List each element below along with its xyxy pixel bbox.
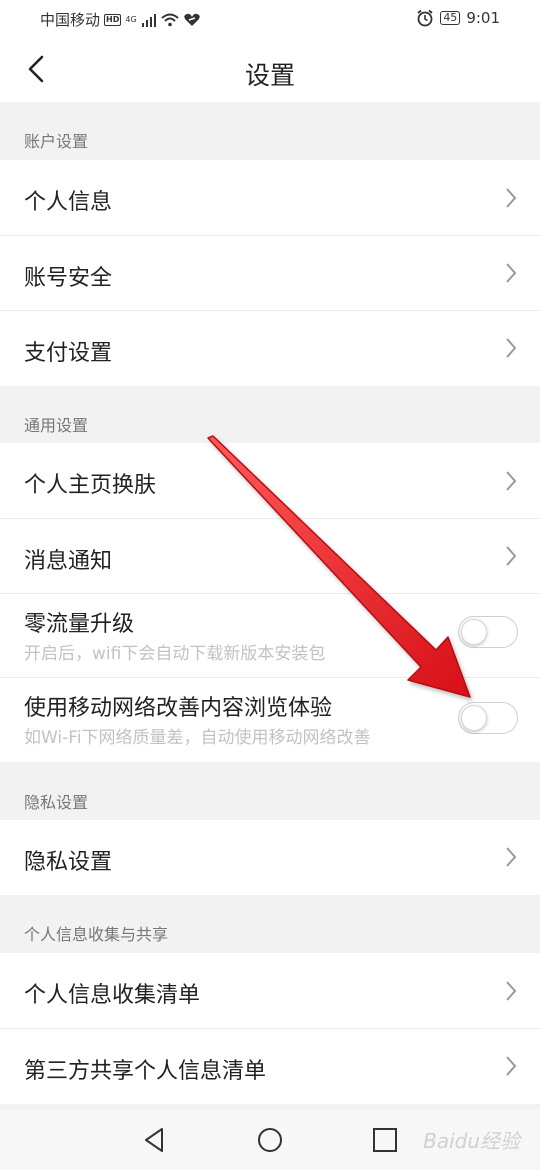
chevron-right-icon [506,338,517,358]
row-label: 个人主页换肤 [24,473,157,498]
page-title: 设置 [244,61,295,90]
row-description: 如Wi-Fi下网络质量差，自动使用移动网络改善 [24,728,371,748]
chevron-right-icon [506,981,517,1001]
row-third-party-list[interactable]: 第三方共享个人信息清单 [0,1029,540,1104]
row-homepage-skin[interactable]: 个人主页换肤 [0,443,540,519]
system-nav-bar: Baidu经验 [0,1110,540,1170]
wifi-icon [160,13,179,26]
carrier-name: 中国移动 [40,11,101,29]
row-description: 开启后，wifi下会自动下载新版本安装包 [24,644,326,664]
toggle-knob [461,705,487,731]
heart-link-icon [183,13,200,26]
battery-indicator: 45 [440,11,461,25]
row-label: 第三方共享个人信息清单 [24,1059,267,1084]
nav-back-icon[interactable] [140,1126,168,1154]
row-mobile-network-improve: 使用移动网络改善内容浏览体验 如Wi-Fi下网络质量差，自动使用移动网络改善 [0,678,540,762]
status-left: 中国移动 HD 4G [40,9,201,30]
row-label: 隐私设置 [24,850,113,875]
row-label: 支付设置 [24,341,113,366]
chevron-right-icon [506,1056,517,1076]
section-label-data-sharing: 个人信息收集与共享 [24,925,169,944]
row-label: 个人信息 [24,190,113,215]
app-header: 设置 [0,38,540,102]
watermark-logo: Baidu经验 [423,1129,520,1153]
nav-recents-icon[interactable] [371,1126,399,1154]
row-privacy-settings[interactable]: 隐私设置 [0,820,540,895]
zero-data-upgrade-toggle[interactable] [458,616,518,648]
chevron-right-icon [506,471,517,491]
status-right: 45 9:01 [416,9,500,27]
row-payment-settings[interactable]: 支付设置 [0,311,540,386]
nav-home-icon[interactable] [256,1126,284,1154]
network-type: 4G [125,15,137,24]
row-notifications[interactable]: 消息通知 [0,519,540,594]
signal-icon [141,13,156,27]
section-label-privacy: 隐私设置 [24,793,89,812]
chevron-right-icon [506,847,517,867]
alarm-icon [417,9,433,27]
toggle-knob [461,619,487,645]
mobile-network-toggle[interactable] [458,702,518,734]
row-label: 消息通知 [24,549,113,574]
row-account-security[interactable]: 账号安全 [0,236,540,311]
clock: 9:01 [466,9,500,27]
row-label: 个人信息收集清单 [24,983,201,1008]
hd-badge: HD [104,13,122,26]
chevron-right-icon [506,546,517,566]
row-personal-info[interactable]: 个人信息 [0,160,540,236]
section-label-account: 账户设置 [24,132,89,151]
row-label: 零流量升级 [24,612,135,637]
chevron-right-icon [506,188,517,208]
row-label: 账号安全 [24,266,113,291]
status-bar: 中国移动 HD 4G 45 9:01 [0,0,540,38]
row-info-collection-list[interactable]: 个人信息收集清单 [0,953,540,1029]
row-label: 使用移动网络改善内容浏览体验 [24,696,333,721]
row-zero-data-upgrade: 零流量升级 开启后，wifi下会自动下载新版本安装包 [0,594,540,678]
chevron-right-icon [506,263,517,283]
section-label-general: 通用设置 [24,416,89,435]
